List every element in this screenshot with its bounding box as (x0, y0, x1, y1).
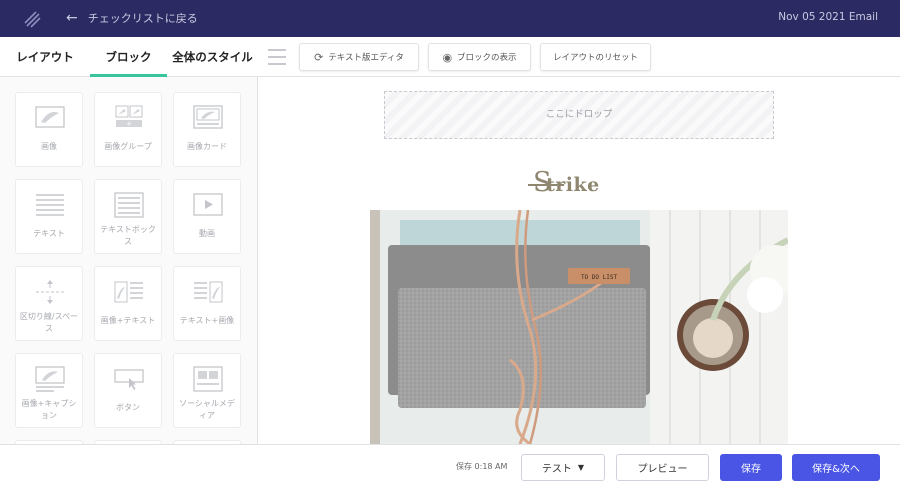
text-image-icon (194, 281, 223, 303)
block-image[interactable]: 画像 (15, 92, 83, 167)
test-label: テスト (541, 464, 572, 475)
text-icon (36, 194, 64, 216)
action-footer: 保存 0:18 AM テスト ▼ プレビュー 保存 保存&次へ (0, 444, 900, 488)
tag-label: TO DO LIST (581, 274, 618, 281)
hero-photo: TO DO LIST (370, 210, 788, 444)
drop-zone[interactable]: ここにドロップ (384, 91, 774, 139)
tab-global-styles[interactable]: 全体のスタイル (167, 37, 258, 77)
test-dropdown-button[interactable]: テスト ▼ (521, 454, 605, 481)
sidebar-tabs: レイアウト ブロック 全体のスタイル (0, 37, 258, 77)
block-image-group[interactable]: + 画像グループ (94, 92, 162, 167)
sidebar: レイアウト ブロック 全体のスタイル 画像 + 画像グループ 画像カード テキス… (0, 37, 258, 488)
block-text-image[interactable]: テキスト+画像 (173, 266, 241, 341)
block-label: 画像 (41, 142, 57, 151)
text-editor-label: テキスト版エディタ (328, 53, 404, 63)
image-group-icon: + (115, 105, 143, 128)
video-icon (193, 193, 223, 216)
save-and-next-button[interactable]: 保存&次へ (792, 454, 880, 481)
divider-icon (36, 280, 64, 304)
email-canvas: ここにドロップ S trike TO DO LIST (258, 77, 900, 444)
block-divider-spacer[interactable]: 区切り線/スペース (15, 266, 83, 341)
block-image-caption[interactable]: 画像+キャプション (15, 353, 83, 428)
save-button[interactable]: 保存 (720, 454, 782, 481)
save-status: 保存 0:18 AM (456, 462, 508, 471)
email-title: Nov 05 2021 Email (778, 11, 878, 23)
block-text-box[interactable]: テキストボックス (94, 179, 162, 254)
block-label: 画像カード (187, 142, 227, 151)
reset-layout-label: レイアウトのリセット (552, 53, 638, 63)
block-label: 画像グループ (104, 142, 152, 151)
tab-layout[interactable]: レイアウト (0, 37, 90, 77)
text-editor-button[interactable]: ⟳ テキスト版エディタ (299, 43, 419, 71)
block-button[interactable]: ボタン (94, 353, 162, 428)
image-icon (35, 106, 65, 128)
block-label: テキスト+画像 (179, 316, 235, 325)
image-caption-icon (35, 366, 65, 392)
image-text-icon (114, 281, 143, 303)
back-to-checklist-link[interactable]: ← チェックリストに戻る (66, 10, 198, 26)
svg-text:+: + (126, 120, 132, 128)
block-label: 画像+キャプション (21, 399, 77, 420)
block-label: 動画 (199, 229, 215, 238)
caret-down-icon: ▼ (577, 463, 585, 472)
block-label: テキスト (33, 229, 65, 238)
text-box-icon (114, 192, 144, 218)
button-icon (114, 369, 144, 390)
save-next-label: 保存&次へ (812, 464, 860, 475)
tab-blocks[interactable]: ブロック (90, 37, 167, 77)
top-bar: ← チェックリストに戻る Nov 05 2021 Email (0, 0, 900, 37)
back-label: チェックリストに戻る (87, 12, 198, 25)
eye-icon: ◉ (442, 50, 453, 64)
image-card-icon (193, 105, 223, 129)
block-label: ソーシャルメディア (179, 399, 235, 420)
refresh-icon: ⟳ (314, 50, 324, 64)
show-blocks-button[interactable]: ◉ ブロックの表示 (428, 43, 531, 71)
preview-button[interactable]: プレビュー (616, 454, 709, 481)
block-label: 区切り線/スペース (19, 312, 79, 333)
social-media-icon (193, 366, 223, 392)
app-logo-icon[interactable] (22, 9, 42, 29)
preview-label: プレビュー (637, 464, 688, 475)
block-label: 画像+テキスト (100, 316, 156, 325)
editor-toolbar: ⟳ テキスト版エディタ ◉ ブロックの表示 レイアウトのリセット (258, 37, 900, 77)
block-image-text[interactable]: 画像+テキスト (94, 266, 162, 341)
hero-image[interactable]: TO DO LIST (370, 210, 788, 444)
brand-logo-text: trike (546, 174, 600, 196)
block-label: テキストボックス (100, 225, 156, 246)
brand-logo[interactable]: S trike (528, 167, 638, 201)
block-social-media[interactable]: ソーシャルメディア (173, 353, 241, 428)
save-label: 保存 (741, 464, 761, 475)
arrow-left-icon: ← (66, 10, 78, 26)
menu-icon[interactable] (268, 49, 286, 65)
block-video[interactable]: 動画 (173, 179, 241, 254)
block-label: ボタン (116, 403, 140, 412)
block-text[interactable]: テキスト (15, 179, 83, 254)
reset-layout-button[interactable]: レイアウトのリセット (540, 43, 651, 71)
show-blocks-label: ブロックの表示 (457, 53, 517, 63)
block-image-card[interactable]: 画像カード (173, 92, 241, 167)
